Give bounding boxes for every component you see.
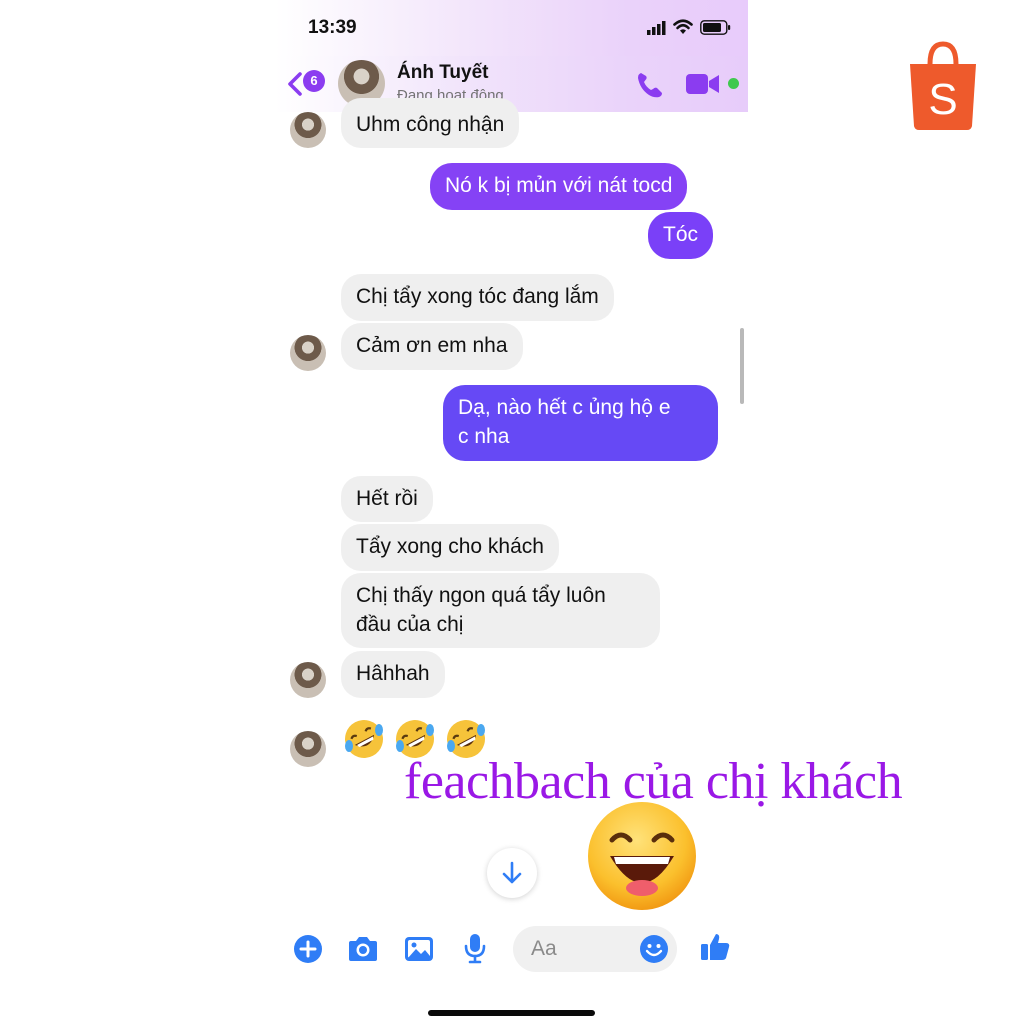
arrow-down-icon [502,861,522,884]
shopee-logo-letter: S [928,75,957,124]
camera-icon[interactable] [346,934,380,964]
message-input[interactable]: Aa [513,926,677,972]
message-text-line: Dạ, nào hết c ủng hộ e [458,396,671,419]
message-bubble[interactable]: Dạ, nào hết c ủng hộ e c nha [443,385,718,461]
rolling-laughing-emoji-icon[interactable] [343,718,385,760]
message-bubble[interactable]: Uhm công nhận [341,98,520,148]
message-bubble[interactable]: Nó k bị mủn với nát tocd [430,163,688,210]
message-text-line: đầu của chị [356,613,464,636]
signal-icon [647,21,666,35]
message-text-line: Chị thấy ngon quá tẩy luôn [356,584,606,607]
gallery-icon[interactable] [403,934,435,964]
battery-icon [700,20,731,35]
message-bubble[interactable]: Tóc [648,212,714,259]
message-bubble[interactable]: Hâhhah [341,651,445,698]
sender-avatar[interactable] [290,335,326,371]
home-indicator [428,1010,595,1016]
scroll-to-bottom-button[interactable] [487,848,537,898]
message-composer: Aa [275,918,748,1024]
phone-call-icon[interactable] [635,70,665,100]
message-text: Uhm công nhận [356,113,505,136]
message-bubble[interactable]: Cảm ơn em nha [341,323,523,370]
online-indicator [728,78,739,89]
laughing-face-icon [588,802,696,910]
plus-icon[interactable] [293,934,323,964]
microphone-icon[interactable] [463,932,487,964]
sender-avatar[interactable] [290,731,326,767]
message-input-placeholder: Aa [531,937,557,960]
message-text: Tẩy xong cho khách [356,535,544,558]
unread-count-badge[interactable]: 6 [303,70,325,92]
message-bubble[interactable]: Tẩy xong cho khách [341,524,559,571]
scrollbar[interactable] [740,328,744,404]
sender-avatar[interactable] [290,112,326,148]
contact-name[interactable]: Ánh Tuyết [397,62,488,84]
thumbs-up-icon[interactable] [699,931,731,963]
message-bubble[interactable]: Hết rồi [341,476,433,522]
message-bubble[interactable]: Chị tẩy xong tóc đang lắm [341,274,614,321]
message-text: Cảm ơn em nha [356,334,508,357]
message-text: Hâhhah [356,662,430,685]
message-text: Nó k bị mủn với nát tocd [445,174,673,197]
message-text: Tóc [663,223,699,246]
wifi-icon [673,19,693,34]
message-bubble[interactable]: Chị thấy ngon quá tẩy luôn đầu của chị [341,573,660,648]
status-bar: 13:39 [275,0,748,56]
message-text-line: c nha [458,425,510,448]
emoji-picker-icon[interactable] [639,934,669,964]
video-call-icon[interactable] [685,70,721,98]
back-chevron-icon[interactable] [285,70,305,98]
message-text: Hết rồi [356,487,418,510]
shopee-logo: S [910,41,976,130]
message-text: Chị tẩy xong tóc đang lắm [356,285,599,308]
status-time: 13:39 [308,17,357,38]
sender-avatar[interactable] [290,662,326,698]
